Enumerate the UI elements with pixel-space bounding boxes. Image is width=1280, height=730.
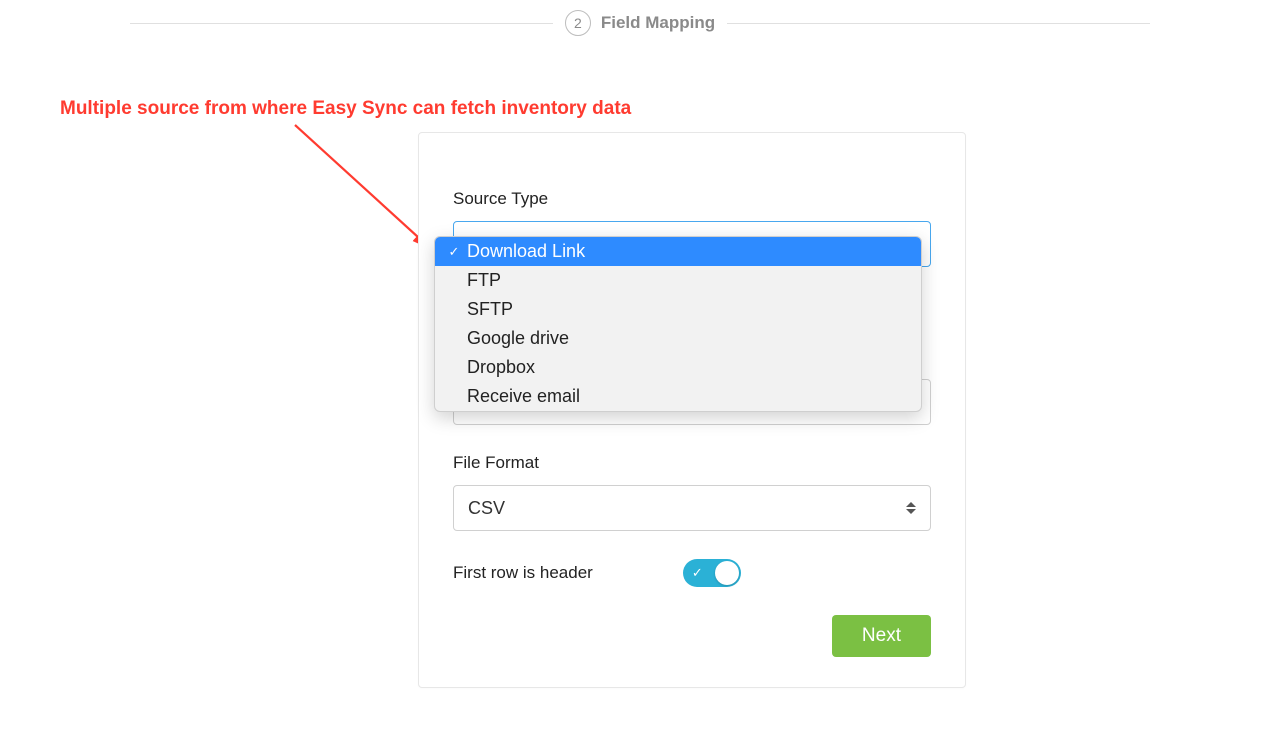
- first-row-header-toggle[interactable]: ✓: [683, 559, 741, 587]
- first-row-header-row: First row is header ✓: [453, 559, 931, 587]
- file-format-select[interactable]: CSV: [453, 485, 931, 531]
- divider-left: [130, 23, 553, 24]
- step-badge: 2 Field Mapping: [553, 10, 727, 36]
- check-icon: ✓: [692, 565, 703, 581]
- dropdown-option-google-drive[interactable]: ✓ Google drive: [435, 324, 921, 353]
- dropdown-option-sftp[interactable]: ✓ SFTP: [435, 295, 921, 324]
- divider-right: [727, 23, 1150, 24]
- dropdown-option-download-link[interactable]: ✓ Download Link: [435, 237, 921, 266]
- step-label: Field Mapping: [601, 13, 715, 33]
- source-type-dropdown: ✓ Download Link ✓ FTP ✓ SFTP ✓ Google dr…: [434, 236, 922, 412]
- wizard-step-header: 2 Field Mapping: [0, 10, 1280, 36]
- toggle-knob: [715, 561, 739, 585]
- source-type-label: Source Type: [453, 189, 931, 209]
- dropdown-option-label: Download Link: [467, 241, 585, 262]
- dropdown-option-ftp[interactable]: ✓ FTP: [435, 266, 921, 295]
- annotation-text: Multiple source from where Easy Sync can…: [60, 98, 631, 120]
- step-number: 2: [565, 10, 591, 36]
- next-button[interactable]: Next: [832, 615, 931, 657]
- button-row: Next: [453, 615, 931, 657]
- first-row-header-label: First row is header: [453, 563, 593, 583]
- file-format-label: File Format: [453, 453, 931, 473]
- select-caret-icon: [906, 501, 918, 515]
- dropdown-option-dropbox[interactable]: ✓ Dropbox: [435, 353, 921, 382]
- dropdown-option-receive-email[interactable]: ✓ Receive email: [435, 382, 921, 411]
- dropdown-option-label: Dropbox: [467, 357, 535, 378]
- dropdown-option-label: Receive email: [467, 386, 580, 407]
- dropdown-option-label: SFTP: [467, 299, 513, 320]
- dropdown-option-label: Google drive: [467, 328, 569, 349]
- file-format-select-wrap: CSV: [453, 485, 931, 531]
- check-icon: ✓: [445, 244, 463, 260]
- file-format-selected-value: CSV: [468, 498, 505, 519]
- dropdown-option-label: FTP: [467, 270, 501, 291]
